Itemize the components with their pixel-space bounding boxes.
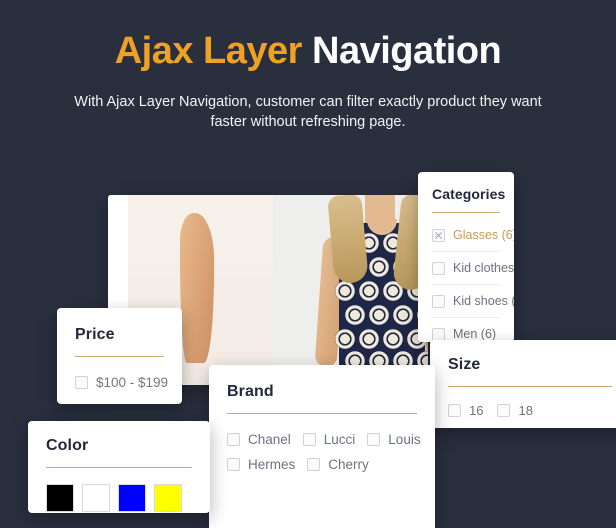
color-swatch-yellow[interactable] [154, 484, 182, 512]
brand-divider [227, 413, 417, 414]
color-title: Color [46, 437, 89, 454]
photo-model [313, 195, 428, 385]
cards-stage: Categories Glasses (6) Kid clothes (4) K… [0, 0, 616, 528]
checkbox-icon[interactable] [227, 458, 240, 471]
checkbox-icon[interactable] [75, 376, 88, 389]
checkbox-icon[interactable] [302, 433, 316, 446]
size-divider [448, 386, 612, 387]
color-swatch-white[interactable] [82, 484, 110, 512]
categories-option-kid-shoes[interactable]: Kid shoes (4) [432, 285, 514, 318]
brand-option-label: Lucci [323, 432, 356, 447]
categories-title: Categories [432, 186, 506, 202]
brand-option-label: Cherry [328, 457, 369, 472]
size-option-18[interactable]: 18 [497, 403, 533, 418]
brand-row-2: Hermes Cherry [227, 457, 417, 472]
price-option-label: $100 - $199 [96, 375, 169, 390]
size-option-label: 16 [469, 403, 484, 418]
color-divider [46, 467, 192, 468]
categories-option-label: Kid shoes (4) [453, 294, 514, 308]
model-hair-left [327, 195, 369, 285]
color-swatch-black[interactable] [46, 484, 74, 512]
checkbox-icon[interactable] [227, 433, 240, 446]
price-filter-card: Price $100 - $199 [57, 308, 182, 404]
brand-option-label: Louis [388, 432, 421, 447]
price-title: Price [75, 326, 115, 343]
brand-option-label: Hermes [248, 457, 296, 472]
price-divider [75, 356, 164, 357]
size-option-label: 18 [518, 403, 533, 418]
brand-option-louis[interactable]: Louis [367, 432, 421, 447]
checkbox-icon[interactable] [448, 404, 461, 417]
categories-option-kid-clothes[interactable]: Kid clothes (4) [432, 252, 514, 285]
brand-filter-card: Brand Chanel Lucci Louis Hermes Cherry [209, 365, 435, 528]
size-option-16[interactable]: 16 [448, 403, 483, 418]
color-swatch-list [46, 484, 192, 512]
categories-option-glasses[interactable]: Glasses (6) [432, 219, 514, 252]
brand-option-cherry[interactable]: Cherry [307, 457, 369, 472]
categories-option-label: Men (6) [453, 327, 497, 341]
brand-option-label: Chanel [248, 432, 291, 447]
checkbox-icon[interactable] [367, 433, 381, 446]
categories-option-men[interactable]: Men (6) [432, 318, 500, 342]
categories-option-label: Kid clothes (4) [453, 261, 514, 275]
checkbox-icon[interactable] [432, 294, 445, 308]
brand-title: Brand [227, 383, 274, 400]
checkbox-icon[interactable] [307, 458, 321, 471]
brand-row-1: Chanel Lucci Louis [227, 432, 421, 447]
checkbox-icon[interactable] [432, 261, 445, 275]
brand-option-chanel[interactable]: Chanel [227, 432, 291, 447]
categories-option-label: Glasses (6) [453, 228, 514, 242]
brand-option-lucci[interactable]: Lucci [302, 432, 356, 447]
remove-x-icon[interactable] [432, 228, 445, 242]
size-title: Size [448, 356, 481, 373]
price-option-100-199[interactable]: $100 - $199 [75, 375, 168, 390]
size-filter-card: Size 16 18 [430, 340, 616, 428]
categories-filter-card: Categories Glasses (6) Kid clothes (4) K… [418, 172, 514, 342]
photo-partial-arm [180, 213, 214, 363]
checkbox-icon[interactable] [432, 327, 445, 341]
color-filter-card: Color [28, 421, 210, 513]
checkbox-icon[interactable] [497, 404, 511, 417]
color-swatch-blue[interactable] [118, 484, 146, 512]
categories-divider [432, 212, 500, 213]
brand-option-hermes[interactable]: Hermes [227, 457, 295, 472]
